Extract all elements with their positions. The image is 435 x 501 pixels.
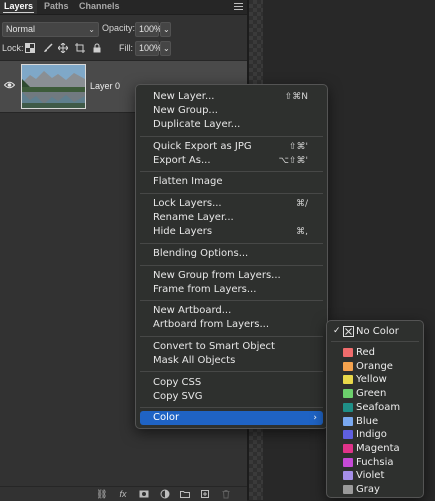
opacity-slider-button[interactable]: ⌄: [160, 22, 171, 37]
chevron-right-icon: ›: [313, 413, 317, 423]
color-item-seafoam[interactable]: Seafoam: [331, 401, 419, 414]
menu-separator: [331, 341, 419, 342]
color-item-fuchsia[interactable]: Fuchsia: [331, 456, 419, 469]
menu-separator: [140, 336, 323, 337]
menu-item-mask-all-objects[interactable]: Mask All Objects: [140, 354, 323, 368]
color-item-orange[interactable]: Orange: [331, 360, 419, 373]
eye-visibility-icon[interactable]: [4, 81, 15, 89]
lock-image-pixels-brush-icon[interactable]: [43, 43, 53, 53]
menu-separator: [140, 300, 323, 301]
fill-field[interactable]: 100%: [135, 41, 163, 56]
menu-item-convert-to-smart-object[interactable]: Convert to Smart Object: [140, 340, 323, 354]
blend-mode-value: Normal: [6, 24, 36, 34]
lock-artboard-nesting-icon[interactable]: [75, 43, 85, 53]
menu-item-copy-css[interactable]: Copy CSS: [140, 376, 323, 390]
lock-label: Lock:: [2, 43, 24, 53]
menu-item-new-artboard[interactable]: New Artboard...: [140, 304, 323, 318]
menu-separator: [140, 136, 323, 137]
menu-item-export-as[interactable]: Export As... ⌥⇧⌘': [140, 154, 323, 168]
menu-item-new-group-from-layers[interactable]: New Group from Layers...: [140, 269, 323, 283]
menu-item-frame-from-layers[interactable]: Frame from Layers...: [140, 283, 323, 297]
menu-item-hide-layers[interactable]: Hide Layers ⌘,: [140, 225, 323, 239]
fill-slider-button[interactable]: ⌄: [160, 41, 171, 56]
lock-all-icon[interactable]: [92, 43, 102, 53]
adjustment-layer-icon[interactable]: [160, 489, 170, 499]
menu-separator: [140, 407, 323, 408]
layers-bottom-toolbar: ⛓ fx: [0, 486, 247, 501]
fx-layer-style-icon[interactable]: fx: [118, 489, 128, 499]
color-item-no-color[interactable]: ✓ No Color: [331, 325, 419, 338]
no-color-x-box-icon: [343, 326, 354, 337]
gray-swatch: [343, 485, 353, 494]
blue-swatch: [343, 417, 353, 426]
link-layers-icon[interactable]: ⛓: [96, 489, 107, 499]
menu-item-artboard-from-layers[interactable]: Artboard from Layers...: [140, 318, 323, 332]
menu-item-duplicate-layer[interactable]: Duplicate Layer...: [140, 118, 323, 132]
menu-item-flatten-image[interactable]: Flatten Image: [140, 175, 323, 189]
panel-menu-icon[interactable]: [234, 1, 243, 10]
blend-mode-dropdown[interactable]: Normal ⌄: [2, 22, 99, 37]
red-swatch: [343, 348, 353, 357]
layer-name[interactable]: Layer 0: [90, 81, 120, 91]
menu-item-color[interactable]: Color ›: [140, 411, 323, 425]
chevron-down-icon: ⌄: [88, 25, 95, 34]
menu-item-rename-layer[interactable]: Rename Layer...: [140, 211, 323, 225]
color-item-gray[interactable]: Gray: [331, 483, 419, 496]
chevron-down-icon: ⌄: [163, 44, 170, 53]
layer-context-menu: New Layer... ⇧⌘N New Group... Duplicate L…: [135, 84, 328, 429]
menu-item-copy-svg[interactable]: Copy SVG: [140, 390, 323, 404]
opacity-field[interactable]: 100%: [135, 22, 163, 37]
tab-paths[interactable]: Paths: [40, 0, 73, 14]
layer-thumbnail-landscape: [21, 64, 86, 109]
new-group-folder-icon[interactable]: [180, 489, 190, 499]
opacity-label: Opacity:: [102, 23, 136, 33]
menu-item-new-layer[interactable]: New Layer... ⇧⌘N: [140, 90, 323, 104]
magenta-swatch: [343, 444, 353, 453]
menu-separator: [140, 171, 323, 172]
color-item-magenta[interactable]: Magenta: [331, 442, 419, 455]
color-item-indigo[interactable]: Indigo: [331, 428, 419, 441]
yellow-swatch: [343, 375, 353, 384]
menu-separator: [140, 371, 323, 372]
menu-item-quick-export-jpg[interactable]: Quick Export as JPG ⇧⌘': [140, 140, 323, 154]
menu-separator: [140, 193, 323, 194]
lock-position-move-icon[interactable]: [58, 43, 68, 53]
seafoam-swatch: [343, 403, 353, 412]
indigo-swatch: [343, 430, 353, 439]
menu-item-new-group[interactable]: New Group...: [140, 104, 323, 118]
chevron-down-icon: ⌄: [163, 25, 170, 34]
panel-tab-bar: Layers Paths Channels: [0, 0, 247, 15]
color-item-violet[interactable]: Violet: [331, 469, 419, 482]
menu-item-blending-options[interactable]: Blending Options...: [140, 247, 323, 261]
color-item-green[interactable]: Green: [331, 387, 419, 400]
lock-transparent-pixels-icon[interactable]: [25, 43, 35, 53]
color-item-yellow[interactable]: Yellow: [331, 373, 419, 386]
green-swatch: [343, 389, 353, 398]
checkmark-icon: ✓: [333, 326, 341, 336]
color-submenu: ✓ No Color Red Orange Yellow Green Seafo…: [326, 320, 424, 498]
lock-row: Lock: Fill: 100% ⌄: [0, 41, 247, 57]
fill-label: Fill:: [119, 43, 133, 53]
tab-layers[interactable]: Layers: [0, 0, 38, 14]
fill-value: 100%: [139, 43, 163, 53]
orange-swatch: [343, 362, 353, 371]
trash-delete-icon[interactable]: [221, 489, 231, 499]
menu-separator: [140, 243, 323, 244]
menu-item-lock-layers[interactable]: Lock Layers... ⌘/: [140, 197, 323, 211]
violet-swatch: [343, 471, 353, 480]
color-item-blue[interactable]: Blue: [331, 415, 419, 428]
color-item-red[interactable]: Red: [331, 346, 419, 359]
opacity-value: 100%: [139, 24, 163, 34]
add-mask-icon[interactable]: [139, 489, 149, 499]
fuchsia-swatch: [343, 458, 353, 467]
tab-channels[interactable]: Channels: [75, 0, 124, 14]
new-layer-icon[interactable]: [200, 489, 210, 499]
menu-separator: [140, 265, 323, 266]
